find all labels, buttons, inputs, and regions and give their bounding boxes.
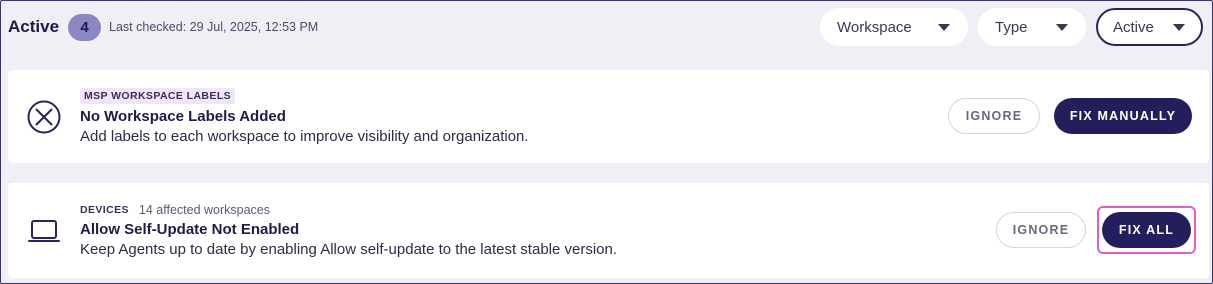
category-tag: MSP WORKSPACE LABELS — [80, 88, 236, 104]
card-description: Add labels to each workspace to improve … — [80, 128, 529, 145]
card-body: MSP WORKSPACE LABELS No Workspace Labels… — [80, 88, 529, 145]
laptop-icon — [26, 213, 62, 249]
card-body: DEVICES 14 affected workspaces Allow Sel… — [80, 203, 617, 258]
filters: Workspace Type Active — [820, 8, 1203, 46]
ignore-button[interactable]: IGNORE — [996, 212, 1086, 248]
chevron-down-icon — [1173, 23, 1185, 31]
fix-all-button[interactable]: FIX ALL — [1102, 212, 1191, 248]
workspace-filter-dropdown[interactable]: Workspace — [820, 8, 968, 46]
category-row: MSP WORKSPACE LABELS — [80, 88, 529, 104]
type-filter-dropdown[interactable]: Type — [978, 8, 1086, 46]
type-filter-label: Type — [995, 18, 1028, 36]
last-checked-text: Last checked: 29 Jul, 2025, 12:53 PM — [109, 20, 319, 34]
card-description: Keep Agents up to date by enabling Allow… — [80, 241, 618, 258]
count-badge: 4 — [68, 13, 102, 41]
fix-manually-button[interactable]: FIX MANUALLY — [1054, 98, 1192, 134]
card-title: No Workspace Labels Added — [80, 108, 286, 125]
recommendation-card: DEVICES 14 affected workspaces Allow Sel… — [8, 183, 1209, 278]
ignore-button[interactable]: IGNORE — [948, 98, 1040, 134]
recommendation-card: MSP WORKSPACE LABELS No Workspace Labels… — [8, 70, 1209, 163]
affected-count: 14 affected workspaces — [138, 203, 271, 217]
circle-x-icon — [26, 99, 62, 135]
status-filter-label: Active — [1113, 18, 1154, 36]
category-row: DEVICES 14 affected workspaces — [80, 203, 617, 217]
header: Active 4 Last checked: 29 Jul, 2025, 12:… — [8, 7, 1203, 47]
chevron-down-icon — [1056, 23, 1068, 31]
chevron-down-icon — [938, 23, 950, 31]
status-filter-dropdown[interactable]: Active — [1096, 8, 1203, 46]
category-tag: DEVICES — [80, 204, 129, 216]
page-title: Active — [8, 17, 60, 36]
card-title: Allow Self-Update Not Enabled — [80, 221, 300, 238]
workspace-filter-label: Workspace — [837, 18, 912, 36]
